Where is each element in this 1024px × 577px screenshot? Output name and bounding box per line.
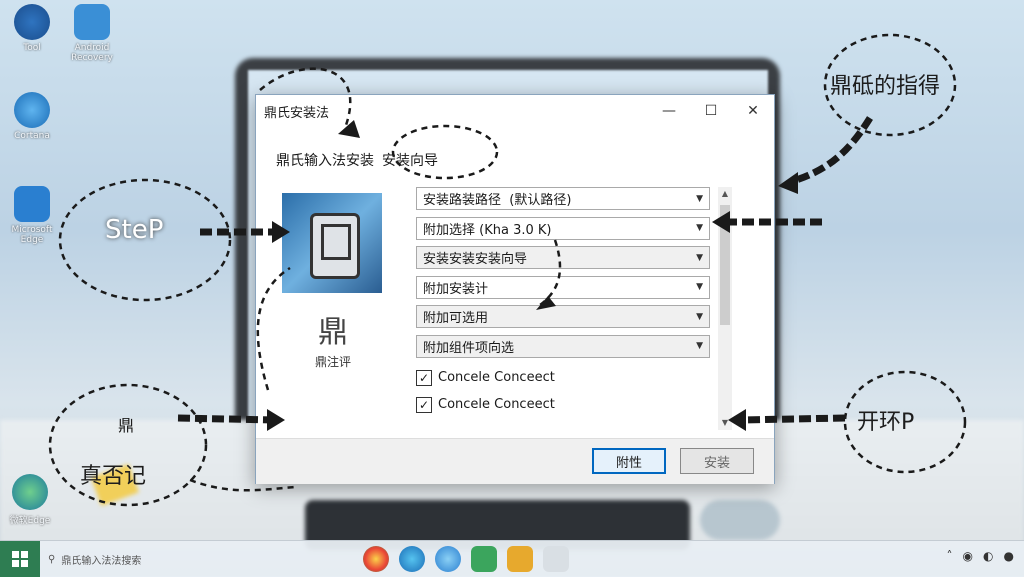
header-title: 鼎氏输入法安装 bbox=[276, 153, 374, 169]
edge-icon[interactable] bbox=[399, 546, 425, 572]
scroll-thumb[interactable] bbox=[720, 205, 730, 325]
desktop-icon-label: 微软Edge bbox=[9, 516, 51, 526]
app-caption: 鼎注评 bbox=[314, 355, 351, 369]
volume-icon[interactable]: ◐ bbox=[983, 549, 993, 563]
select-label: 安装路装路径 bbox=[423, 193, 502, 208]
monitor-icon bbox=[74, 4, 110, 40]
app-info-panel: 鼎 鼎注评 bbox=[282, 193, 384, 433]
maximize-icon[interactable]: ☐ bbox=[690, 95, 732, 127]
store-icon[interactable] bbox=[471, 546, 497, 572]
select-label: 附加选择 (Kha 3.0 K) bbox=[423, 222, 552, 238]
annotation-step: SteP bbox=[105, 215, 164, 245]
desktop-icon-store[interactable]: Microsoft Edge bbox=[2, 186, 62, 245]
checkbox-label: Concele Conceect bbox=[438, 370, 555, 385]
annotation-bottom-left-small: 鼎 bbox=[118, 416, 135, 435]
chevron-down-icon: ▼ bbox=[696, 341, 703, 351]
wizard-header: 鼎氏输入法安装 安装向导 bbox=[276, 150, 438, 170]
chevron-down-icon: ▼ bbox=[696, 252, 703, 263]
notification-icon[interactable]: ● bbox=[1004, 549, 1014, 563]
annotation-right: 开环P bbox=[857, 410, 915, 435]
select-install-type[interactable]: 安装安装安装向导 ▼ bbox=[416, 246, 710, 269]
search-icon: ⚲ bbox=[48, 553, 56, 565]
mouse bbox=[700, 500, 780, 540]
windows-icon bbox=[12, 551, 28, 567]
scroll-up-icon[interactable]: ▲ bbox=[718, 187, 732, 201]
select-label: 附加可选用 bbox=[423, 311, 489, 326]
select-optional[interactable]: 附加可选用 ▼ bbox=[416, 305, 710, 328]
annotation-bottom-left: 真否记 bbox=[80, 464, 147, 489]
primary-button[interactable]: 附性 bbox=[592, 448, 666, 474]
checkbox-option-1[interactable]: ✓ Concele Conceect bbox=[416, 364, 710, 391]
tool-icon bbox=[14, 4, 50, 40]
minimize-icon[interactable]: — bbox=[648, 95, 690, 127]
scrollbar[interactable]: ▲ ▼ bbox=[718, 187, 732, 430]
desktop-icon-tool[interactable]: Tool bbox=[2, 4, 62, 53]
desktop-icon-recovery[interactable]: Android Recovery bbox=[62, 4, 122, 63]
select-components[interactable]: 附加组件项向选 ▼ bbox=[416, 334, 710, 358]
desktop-icon-label: Cortana bbox=[14, 131, 50, 141]
start-button[interactable] bbox=[0, 541, 40, 577]
edge-icon bbox=[12, 474, 48, 510]
chevron-down-icon: ▼ bbox=[696, 311, 703, 322]
installer-dialog: 鼎氏安装法 — ☐ ✕ 鼎氏输入法安装 安装向导 鼎 鼎注评 安装路装路径 (默… bbox=[255, 94, 775, 484]
select-label: 附加组件项向选 bbox=[423, 340, 515, 356]
header-subtitle: 安装向导 bbox=[382, 153, 438, 169]
checkmark-icon[interactable]: ✓ bbox=[416, 396, 432, 413]
desktop-icon-cortana[interactable]: Cortana bbox=[2, 92, 62, 141]
search-placeholder: 鼎氏输入法法搜索 bbox=[61, 555, 142, 567]
dialog-footer: 附性 安装 bbox=[256, 438, 774, 484]
annotation-top-right: 鼎砥的指得 bbox=[830, 74, 941, 99]
options-list: 安装路装路径 (默认路径) ▼ 附加选择 (Kha 3.0 K) ▼ 安装安装安… bbox=[416, 187, 710, 418]
wifi-icon[interactable]: ◉ bbox=[963, 549, 973, 563]
select-addon[interactable]: 附加选择 (Kha 3.0 K) ▼ bbox=[416, 216, 710, 240]
taskbar-search[interactable]: ⚲ 鼎氏输入法法搜索 bbox=[48, 546, 303, 572]
chevron-up-icon[interactable]: ˄ bbox=[947, 549, 953, 563]
desktop-icon-label: Android Recovery bbox=[71, 43, 113, 63]
select-label: 安装安装安装向导 bbox=[423, 252, 528, 267]
desktop-icon-label: Microsoft Edge bbox=[11, 225, 53, 245]
select-extra: (默认路径) bbox=[509, 193, 572, 208]
checkbox-label: Concele Conceect bbox=[438, 397, 555, 412]
store-icon bbox=[14, 186, 50, 222]
title-bar[interactable]: 鼎氏安装法 — ☐ ✕ bbox=[256, 95, 774, 127]
desktop-icon-label: Tool bbox=[23, 43, 41, 53]
app-character: 鼎 bbox=[318, 315, 348, 350]
checkbox-option-2[interactable]: ✓ Concele Conceect bbox=[416, 391, 710, 418]
edge-icon bbox=[14, 92, 50, 128]
window-title: 鼎氏安装法 bbox=[264, 105, 330, 121]
secondary-button[interactable]: 安装 bbox=[680, 448, 754, 474]
browser-icon[interactable] bbox=[435, 546, 461, 572]
taskbar: ⚲ 鼎氏输入法法搜索 ˄ ◉ ◐ ● bbox=[0, 540, 1024, 577]
app-logo bbox=[282, 193, 382, 293]
chevron-down-icon: ▼ bbox=[696, 282, 703, 292]
chevron-down-icon: ▼ bbox=[696, 193, 703, 204]
scroll-down-icon[interactable]: ▼ bbox=[718, 416, 732, 430]
select-label: 附加安装计 bbox=[423, 281, 489, 297]
folder-icon[interactable] bbox=[507, 546, 533, 572]
system-tray: ˄ ◉ ◐ ● bbox=[947, 549, 1014, 563]
app-icon[interactable] bbox=[543, 546, 569, 572]
desktop-icon-edge[interactable]: 微软Edge bbox=[0, 474, 60, 526]
select-addon-plan[interactable]: 附加安装计 ▼ bbox=[416, 275, 710, 299]
checkmark-icon[interactable]: ✓ bbox=[416, 369, 432, 386]
close-icon[interactable]: ✕ bbox=[732, 95, 774, 127]
chrome-icon[interactable] bbox=[363, 546, 389, 572]
chevron-down-icon: ▼ bbox=[696, 223, 703, 233]
select-install-path[interactable]: 安装路装路径 (默认路径) ▼ bbox=[416, 187, 710, 210]
